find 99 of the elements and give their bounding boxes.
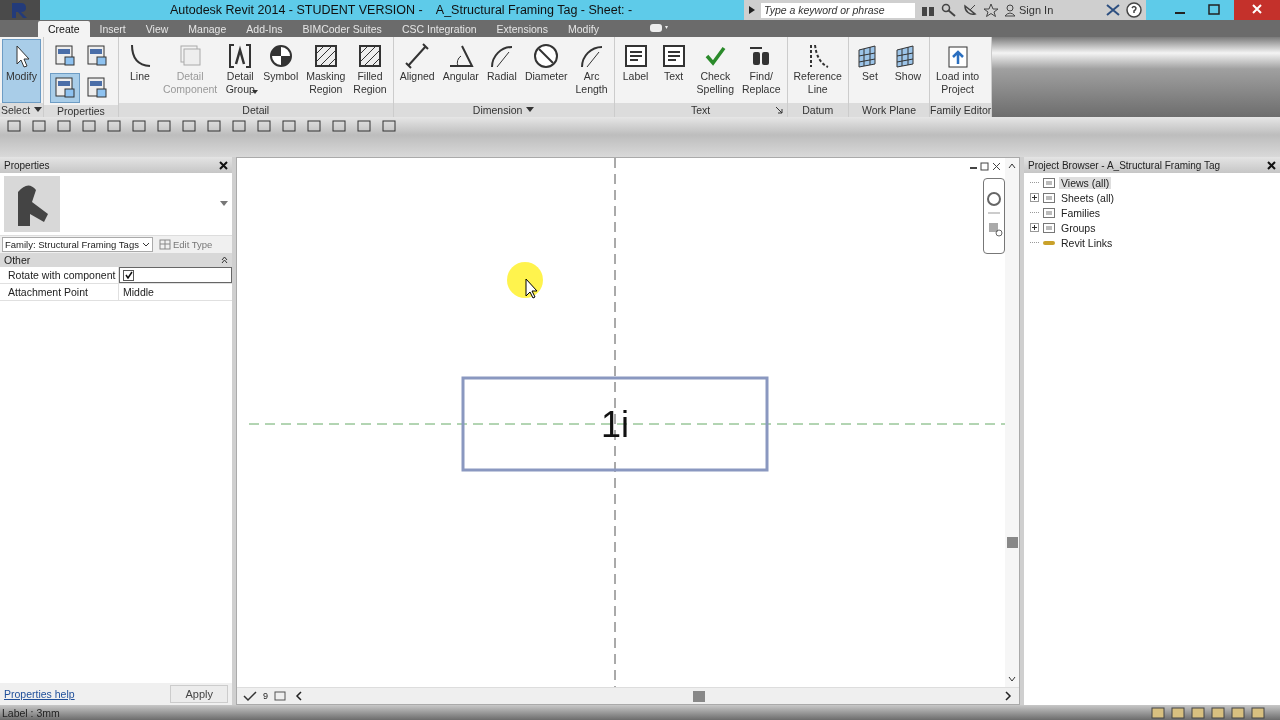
ribbon-button[interactable]: Load into Project xyxy=(931,39,984,103)
cursor-icon xyxy=(507,262,543,299)
tree-item[interactable]: Families xyxy=(1059,206,1103,219)
satellite-icon[interactable] xyxy=(962,3,978,17)
type-preview[interactable] xyxy=(0,173,232,236)
property-name: Rotate with component xyxy=(0,267,119,283)
minimize-ribbon-icon[interactable] xyxy=(648,22,671,34)
view-window-controls-icon[interactable] xyxy=(969,162,1003,172)
ribbon-tab[interactable]: Insert xyxy=(89,21,136,37)
star-icon[interactable] xyxy=(983,3,999,17)
ribbon-button[interactable]: Aligned xyxy=(395,39,439,103)
ribbon-tab[interactable]: CSC Integration xyxy=(391,21,487,37)
apply-button[interactable]: Apply xyxy=(170,685,228,703)
dropdown-arrow-icon[interactable] xyxy=(220,201,228,207)
folder-icon xyxy=(1042,176,1056,189)
caret-icon xyxy=(34,107,43,113)
edit-type-button[interactable]: Edit Type xyxy=(158,239,213,250)
ribbon-tab[interactable]: Extensions xyxy=(486,21,558,37)
panel-title: Work Plane xyxy=(848,103,929,117)
search-field[interactable]: Type a keyword or phrase xyxy=(761,2,915,18)
tree-item[interactable]: Views (all) xyxy=(1059,176,1112,189)
property-name: Attachment Point xyxy=(0,284,119,300)
panel-icon xyxy=(52,76,77,100)
view-scale[interactable]: 9 xyxy=(263,691,268,701)
ribbon-button[interactable]: Set xyxy=(850,39,889,103)
checkbox[interactable] xyxy=(123,269,134,281)
ribbon-button[interactable]: Masking Region xyxy=(302,39,350,103)
scroll-right-icon[interactable] xyxy=(1003,690,1013,702)
launcher-arrow-icon xyxy=(775,106,783,114)
scroll-down-icon[interactable] xyxy=(1007,675,1017,683)
user-icon xyxy=(1004,3,1016,17)
sign-in-button[interactable]: Sign In xyxy=(1004,3,1100,17)
visual-style-icon[interactable] xyxy=(243,690,257,702)
ribbon-tab[interactable]: Add-Ins xyxy=(236,21,293,37)
panel-title: Properties xyxy=(43,105,118,117)
scroll-thumb[interactable] xyxy=(692,690,705,702)
navigation-bar[interactable] xyxy=(983,178,1005,254)
ribbon-button[interactable]: Arc Length xyxy=(571,39,612,103)
ribbon-button[interactable]: Label xyxy=(616,39,655,103)
expand-arrow-icon[interactable] xyxy=(748,5,756,15)
exchange-icon[interactable] xyxy=(1105,3,1121,17)
ribbon-button[interactable] xyxy=(49,73,80,103)
expand-icon[interactable] xyxy=(1030,193,1039,202)
ribbon-button[interactable]: Angular xyxy=(438,39,483,103)
panel-title[interactable]: Select xyxy=(0,103,43,117)
folder-icon xyxy=(1042,206,1056,219)
panel-icon xyxy=(84,76,109,100)
ribbon-button[interactable]: Check Spelling xyxy=(692,39,738,103)
panel-icon xyxy=(84,44,109,68)
ribbon-button[interactable]: Reference Line xyxy=(789,39,846,103)
crop-view-icon[interactable] xyxy=(274,690,288,702)
folder-icon xyxy=(1042,221,1056,234)
ribbon-button[interactable]: Text xyxy=(654,39,693,103)
tag-label: 1i xyxy=(601,404,629,445)
panel-icon xyxy=(52,44,77,68)
panel-title: Datum xyxy=(787,103,848,117)
panel-title: Project Browser - A_Structural Framing Tag xyxy=(1028,159,1221,171)
ribbon-tab[interactable]: View xyxy=(135,21,179,37)
caret-icon xyxy=(526,107,535,113)
ribbon-button[interactable]: Line xyxy=(120,39,159,103)
ribbon-button[interactable]: Show xyxy=(888,39,927,103)
edit-type-icon xyxy=(158,239,171,250)
ribbon-tab[interactable]: Manage xyxy=(178,21,237,37)
ribbon-tab[interactable]: Modify xyxy=(557,21,609,37)
properties-help-link[interactable]: Properties help xyxy=(4,688,75,700)
ribbon-tab[interactable]: BIMCoder Suites xyxy=(292,21,392,37)
tree-item[interactable]: Groups xyxy=(1059,221,1098,234)
chevron-icon xyxy=(141,241,150,248)
tree-item[interactable]: Sheets (all) xyxy=(1059,191,1117,204)
panel-title: Family Editor xyxy=(929,103,992,117)
property-value[interactable]: Middle xyxy=(119,284,232,300)
ribbon-tab[interactable]: Create xyxy=(38,21,90,37)
ribbon-button[interactable]: Modify xyxy=(2,39,41,103)
panel-title: Detail xyxy=(118,103,393,117)
grip-handle[interactable] xyxy=(1006,537,1018,548)
key-icon[interactable] xyxy=(941,3,957,17)
type-selector[interactable]: Family: Structural Framing Tags xyxy=(2,237,153,252)
collapse-icon[interactable] xyxy=(221,256,228,264)
ribbon-button[interactable]: Detail Group xyxy=(221,39,260,103)
status-text: Label : 3mm xyxy=(2,706,60,719)
group-header[interactable]: Other xyxy=(0,253,232,267)
ribbon-button[interactable]: Find/ Replace xyxy=(738,39,785,103)
panel-title[interactable]: Dimension xyxy=(393,103,614,117)
tag-family-icon xyxy=(4,176,60,232)
folder-icon xyxy=(1042,191,1056,204)
panel-title: Properties xyxy=(4,159,50,171)
close-icon[interactable] xyxy=(219,160,228,170)
scroll-up-icon[interactable] xyxy=(1007,162,1017,170)
window-title: Autodesk Revit 2014 - STUDENT VERSION - A_Structural Framing Tag - Sheet: - xyxy=(170,3,633,17)
tree-item[interactable]: Revit Links xyxy=(1059,236,1115,249)
ribbon-button[interactable]: Filled Region xyxy=(349,39,391,103)
help-icon[interactable] xyxy=(1126,2,1142,18)
expand-icon[interactable] xyxy=(1030,223,1039,232)
ribbon-button[interactable]: Diameter xyxy=(520,39,572,103)
ribbon-button[interactable]: Symbol xyxy=(259,39,303,103)
panel-title[interactable]: Text xyxy=(614,103,787,117)
scroll-left-icon[interactable] xyxy=(294,690,304,702)
close-icon[interactable] xyxy=(1267,160,1276,170)
ribbon-button[interactable]: Radial xyxy=(482,39,521,103)
